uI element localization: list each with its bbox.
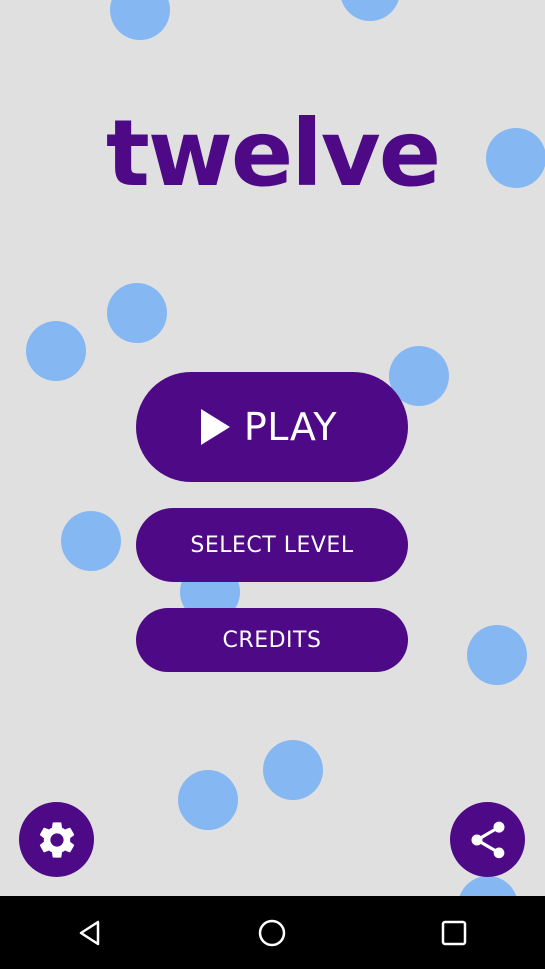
background-bubble (26, 321, 86, 381)
settings-button[interactable] (19, 802, 94, 877)
credits-button[interactable]: CREDITS (136, 608, 408, 672)
recents-square-icon (441, 920, 467, 945)
gear-icon (39, 821, 74, 858)
credits-label: CREDITS (222, 627, 322, 653)
home-circle-icon (259, 919, 286, 946)
play-button[interactable]: PLAY (136, 372, 408, 482)
back-triangle-icon (79, 920, 100, 945)
recents-button[interactable] (424, 903, 484, 963)
background-bubble (110, 0, 170, 40)
home-button[interactable] (242, 903, 302, 963)
background-bubble (467, 625, 527, 685)
background-bubble (107, 283, 167, 343)
share-button[interactable] (450, 802, 525, 877)
game-title: twelve (105, 100, 441, 207)
back-button[interactable] (61, 903, 121, 963)
android-navigation-bar (0, 896, 545, 969)
game-screen: twelve PLAY SELECT LEVEL CREDITS (0, 0, 545, 896)
play-button-label: PLAY (243, 405, 338, 449)
play-icon (200, 409, 230, 445)
background-bubble (178, 770, 238, 830)
background-bubble (61, 511, 121, 571)
background-bubble (263, 740, 323, 800)
background-bubble (458, 876, 518, 896)
select-level-label: SELECT LEVEL (190, 532, 354, 558)
background-bubble (340, 0, 400, 21)
select-level-button[interactable]: SELECT LEVEL (136, 508, 408, 582)
share-icon (471, 821, 504, 858)
